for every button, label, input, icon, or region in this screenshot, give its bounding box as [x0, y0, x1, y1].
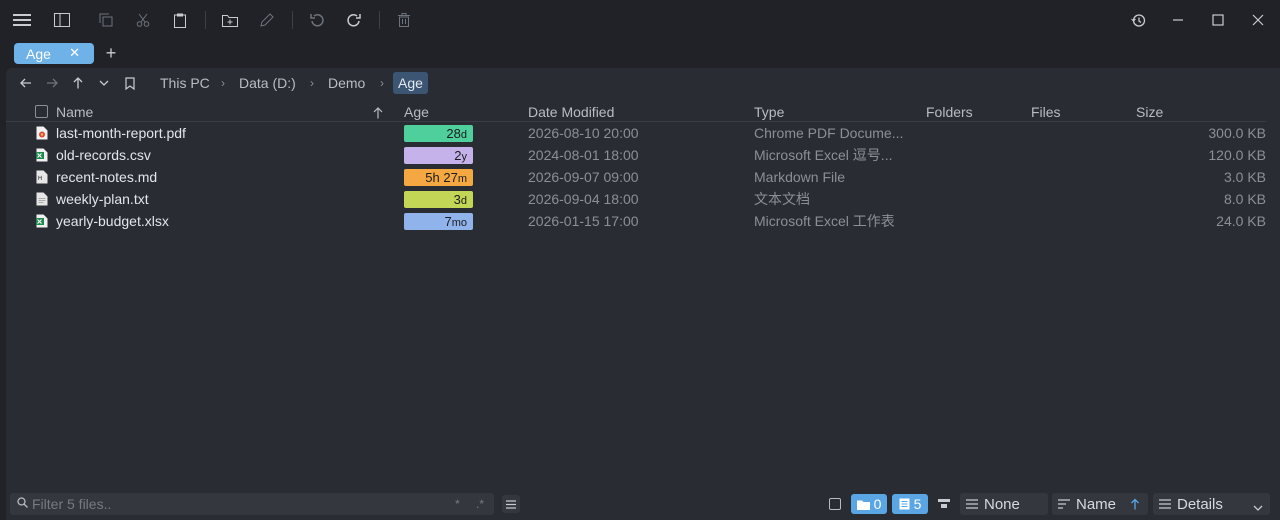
sort-ascending-icon [373, 106, 383, 122]
date-modified: 2026-08-10 20:00 [528, 125, 639, 141]
view-mode-label: Details [1177, 495, 1223, 513]
column-header-size[interactable]: Size [1136, 102, 1163, 122]
copy-icon[interactable] [94, 8, 118, 32]
folders-count: 0 [873, 496, 882, 512]
undo-icon[interactable] [305, 8, 329, 32]
date-modified: 2026-09-07 09:00 [528, 169, 639, 185]
select-checkbox[interactable] [829, 498, 841, 510]
forward-icon[interactable] [42, 73, 62, 93]
filter-placeholder: Filter 5 files.. [32, 496, 112, 512]
tab-age[interactable]: Age ✕ [14, 43, 94, 64]
file-type: 文本文档 [754, 191, 810, 207]
file-type: Microsoft Excel 逗号... [754, 147, 893, 163]
file-size: 8.0 KB [1223, 191, 1266, 207]
files-count-toggle[interactable]: 5 [892, 494, 928, 514]
details-view-icon [1159, 496, 1171, 512]
add-tab-button[interactable]: + [102, 42, 120, 64]
rename-icon[interactable] [255, 8, 279, 32]
group-by-label: None [984, 495, 1020, 513]
age-badge: 7mo [404, 213, 473, 230]
wildcard-toggle[interactable]: * [455, 493, 460, 515]
delete-icon[interactable] [392, 8, 416, 32]
minimize-icon[interactable] [1166, 8, 1190, 32]
file-type: Microsoft Excel 工作表 [754, 213, 895, 229]
group-by-dropdown[interactable]: None [960, 493, 1048, 515]
maximize-icon[interactable] [1206, 8, 1230, 32]
group-icon [966, 496, 978, 512]
filter-options-button[interactable] [502, 495, 520, 513]
column-header-age[interactable]: Age [404, 102, 429, 122]
new-folder-icon[interactable] [218, 8, 242, 32]
breadcrumb-age[interactable]: Age [393, 72, 428, 94]
select-all-checkbox[interactable] [35, 105, 48, 118]
file-name: last-month-report.pdf [56, 125, 186, 141]
age-badge: 2y [404, 147, 473, 164]
files-count: 5 [913, 496, 922, 512]
file-name: yearly-budget.xlsx [56, 213, 169, 229]
group-layout-icon[interactable] [937, 497, 951, 511]
file-size: 3.0 KB [1223, 169, 1266, 185]
sort-by-label: Name [1076, 495, 1117, 513]
menu-icon[interactable] [10, 8, 34, 32]
tab-close-icon[interactable]: ✕ [69, 45, 80, 61]
folders-count-toggle[interactable]: 0 [851, 494, 887, 514]
chevron-down-icon[interactable] [94, 73, 114, 93]
bookmark-icon[interactable] [120, 73, 140, 93]
up-icon[interactable] [68, 73, 88, 93]
breadcrumb-data-drive[interactable]: Data (D:) [239, 72, 296, 94]
file-row[interactable]: weekly-plan.txt 3d 2026-09-04 18:00 文本文档… [6, 188, 1266, 210]
markdown-icon [36, 170, 48, 184]
file-icon [899, 498, 910, 510]
date-modified: 2024-08-01 18:00 [528, 147, 639, 163]
age-badge: 3d [404, 191, 473, 208]
paste-icon[interactable] [168, 8, 192, 32]
file-name: old-records.csv [56, 147, 151, 163]
breadcrumb-demo[interactable]: Demo [328, 72, 365, 94]
sidebar-icon[interactable] [50, 8, 74, 32]
file-name: weekly-plan.txt [56, 191, 149, 207]
view-mode-dropdown[interactable]: Details [1153, 493, 1270, 515]
column-header-files[interactable]: Files [1031, 102, 1061, 122]
breadcrumb-separator: › [380, 76, 384, 90]
breadcrumb-separator: › [310, 76, 314, 90]
redo-icon[interactable] [342, 8, 366, 32]
text-file-icon [36, 192, 48, 206]
column-header-type[interactable]: Type [754, 102, 784, 122]
regex-toggle[interactable]: .* [476, 493, 484, 515]
file-name: recent-notes.md [56, 169, 158, 185]
file-type: Chrome PDF Docume... [754, 125, 904, 141]
age-badge: 28d [404, 125, 473, 142]
date-modified: 2026-09-04 18:00 [528, 191, 639, 207]
back-icon[interactable] [16, 73, 36, 93]
sort-icon [1058, 496, 1070, 512]
tab-label: Age [26, 45, 51, 62]
pdf-icon [36, 126, 48, 140]
file-row[interactable]: last-month-report.pdf 28d 2026-08-10 20:… [6, 122, 1266, 144]
age-badge: 5h 27m [404, 169, 473, 186]
file-size: 120.0 KB [1208, 147, 1266, 163]
file-row[interactable]: yearly-budget.xlsx 7mo 2026-01-15 17:00 … [6, 210, 1266, 232]
column-header-folders[interactable]: Folders [926, 102, 973, 122]
breadcrumb-separator: › [221, 76, 225, 90]
file-size: 300.0 KB [1208, 125, 1266, 141]
column-header-name[interactable]: Name [56, 102, 93, 122]
close-icon[interactable] [1246, 8, 1270, 32]
sort-by-dropdown[interactable]: Name [1052, 493, 1148, 515]
file-type: Markdown File [754, 169, 846, 185]
file-row[interactable]: recent-notes.md 5h 27m 2026-09-07 09:00 … [6, 166, 1266, 188]
date-modified: 2026-01-15 17:00 [528, 213, 639, 229]
history-icon[interactable] [1126, 8, 1150, 32]
excel-icon [36, 214, 48, 228]
folder-icon [856, 500, 870, 510]
chevron-down-icon [1253, 499, 1263, 516]
filter-input[interactable]: Filter 5 files.. * .* [10, 493, 494, 515]
excel-icon [36, 148, 48, 162]
breadcrumb-this-pc[interactable]: This PC [160, 72, 210, 94]
file-size: 24.0 KB [1216, 213, 1266, 229]
file-row[interactable]: old-records.csv 2y 2024-08-01 18:00 Micr… [6, 144, 1266, 166]
column-header-date-modified[interactable]: Date Modified [528, 102, 614, 122]
cut-icon[interactable] [131, 8, 155, 32]
search-icon [17, 497, 28, 511]
sort-direction-icon[interactable] [1130, 497, 1140, 514]
